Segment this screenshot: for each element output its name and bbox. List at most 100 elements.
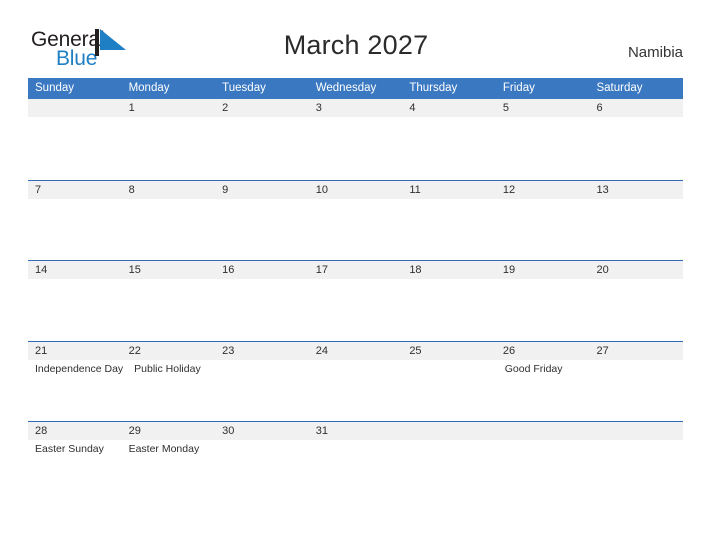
week-event-band	[28, 279, 683, 341]
weekday-header-friday: Friday	[502, 82, 535, 94]
weekday-header-wednesday: Wednesday	[315, 82, 377, 94]
day-number[interactable]: 1	[122, 99, 216, 117]
day-number[interactable]: 24	[309, 342, 403, 360]
day-cell[interactable]	[589, 117, 683, 179]
day-cell[interactable]	[402, 199, 496, 261]
day-number[interactable]: 8	[122, 181, 216, 199]
week-row: 21 22 23 24 25 26 27 Independence Day Pu…	[28, 340, 683, 422]
day-number[interactable]: 26	[496, 342, 590, 360]
day-cell[interactable]	[312, 360, 405, 422]
day-number[interactable]: 25	[402, 342, 496, 360]
day-number[interactable]	[589, 422, 683, 440]
day-cell[interactable]	[122, 117, 216, 179]
week-date-band: 21 22 23 24 25 26 27	[28, 341, 683, 360]
day-number[interactable]: 3	[309, 99, 403, 117]
calendar-page: General Blue March 2027 Namibia Sunday M…	[0, 0, 712, 550]
day-number[interactable]: 31	[309, 422, 403, 440]
day-cell[interactable]	[496, 117, 590, 179]
day-cell[interactable]	[309, 279, 403, 341]
day-number[interactable]: 10	[309, 181, 403, 199]
day-cell[interactable]	[122, 199, 216, 261]
day-number[interactable]: 18	[402, 261, 496, 279]
day-number[interactable]: 19	[496, 261, 590, 279]
day-number[interactable]: 27	[589, 342, 683, 360]
week-event-band	[28, 117, 683, 179]
week-date-band: 28 29 30 31	[28, 422, 683, 440]
day-number[interactable]: 4	[402, 99, 496, 117]
day-cell[interactable]	[496, 440, 590, 502]
week-date-band: 1 2 3 4 5 6	[28, 99, 683, 117]
event-label: Public Holiday	[134, 362, 201, 375]
week-row: 1 2 3 4 5 6	[28, 99, 683, 180]
weekday-header-monday: Monday	[128, 82, 170, 94]
event-label: Easter Sunday	[35, 443, 104, 455]
day-number[interactable]: 21	[28, 342, 122, 360]
day-number[interactable]: 6	[589, 99, 683, 117]
day-cell[interactable]	[589, 440, 683, 502]
day-number[interactable]: 17	[309, 261, 403, 279]
day-number[interactable]: 9	[215, 181, 309, 199]
event-label: Good Friday	[504, 362, 563, 375]
weekday-header-saturday: Saturday	[596, 82, 643, 94]
day-cell[interactable]: Good Friday	[498, 360, 591, 422]
day-number[interactable]: 7	[28, 181, 122, 199]
day-number[interactable]: 30	[215, 422, 309, 440]
week-row: 14 15 16 17 18 19 20	[28, 260, 683, 341]
day-cell[interactable]	[402, 279, 496, 341]
day-number[interactable]	[402, 422, 496, 440]
week-event-band: Independence Day Public Holiday Good Fri…	[28, 359, 683, 422]
day-cell[interactable]	[28, 117, 122, 179]
weekday-header-sunday: Sunday	[35, 82, 75, 94]
week-event-band: Easter Sunday Easter Monday	[28, 440, 683, 502]
day-cell[interactable]: Public Holiday	[127, 360, 220, 422]
page-header: General Blue March 2027 Namibia	[0, 0, 712, 70]
day-cell[interactable]: Easter Monday	[122, 440, 216, 502]
day-number[interactable]: 11	[402, 181, 496, 199]
day-number[interactable]: 22	[122, 342, 216, 360]
day-cell[interactable]	[309, 440, 403, 502]
week-row: 7 8 9 10 11 12 13	[28, 179, 683, 261]
day-number[interactable]: 23	[215, 342, 309, 360]
day-number[interactable]: 20	[589, 261, 683, 279]
day-number[interactable]: 13	[589, 181, 683, 199]
day-number[interactable]: 12	[496, 181, 590, 199]
day-cell[interactable]	[589, 199, 683, 261]
day-cell[interactable]	[402, 440, 496, 502]
day-number[interactable]: 29	[122, 422, 216, 440]
day-cell[interactable]	[496, 199, 590, 261]
day-cell[interactable]	[405, 360, 498, 422]
day-number[interactable]	[496, 422, 590, 440]
week-date-band: 7 8 9 10 11 12 13	[28, 180, 683, 199]
week-row: 28 29 30 31 Easter Sunday Easter Monday	[28, 421, 683, 502]
day-cell[interactable]: Easter Sunday	[28, 440, 122, 502]
day-cell[interactable]	[28, 199, 122, 261]
day-cell[interactable]	[122, 279, 216, 341]
day-cell[interactable]	[215, 199, 309, 261]
week-event-band	[28, 198, 683, 261]
day-cell[interactable]	[215, 117, 309, 179]
day-number[interactable]: 5	[496, 99, 590, 117]
day-cell[interactable]	[215, 279, 309, 341]
day-cell[interactable]	[309, 117, 403, 179]
calendar-grid: Sunday Monday Tuesday Wednesday Thursday…	[28, 78, 683, 502]
day-number[interactable]: 16	[215, 261, 309, 279]
day-cell[interactable]	[589, 279, 683, 341]
country-label: Namibia	[627, 44, 683, 61]
day-number[interactable]: 15	[122, 261, 216, 279]
day-cell[interactable]	[309, 199, 403, 261]
day-cell[interactable]: Independence Day	[28, 360, 127, 422]
day-number[interactable]	[28, 99, 122, 117]
day-cell[interactable]	[220, 360, 313, 422]
day-number[interactable]: 28	[28, 422, 122, 440]
day-cell[interactable]	[28, 279, 122, 341]
day-cell[interactable]	[402, 117, 496, 179]
page-title: March 2027	[283, 30, 429, 60]
day-cell[interactable]	[590, 360, 683, 422]
event-label: Easter Monday	[128, 443, 200, 455]
day-number[interactable]: 2	[215, 99, 309, 117]
weekday-header-tuesday: Tuesday	[222, 82, 266, 94]
day-cell[interactable]	[496, 279, 590, 341]
day-cell[interactable]	[215, 440, 309, 502]
event-label: Independence Day	[35, 362, 124, 375]
day-number[interactable]: 14	[28, 261, 122, 279]
